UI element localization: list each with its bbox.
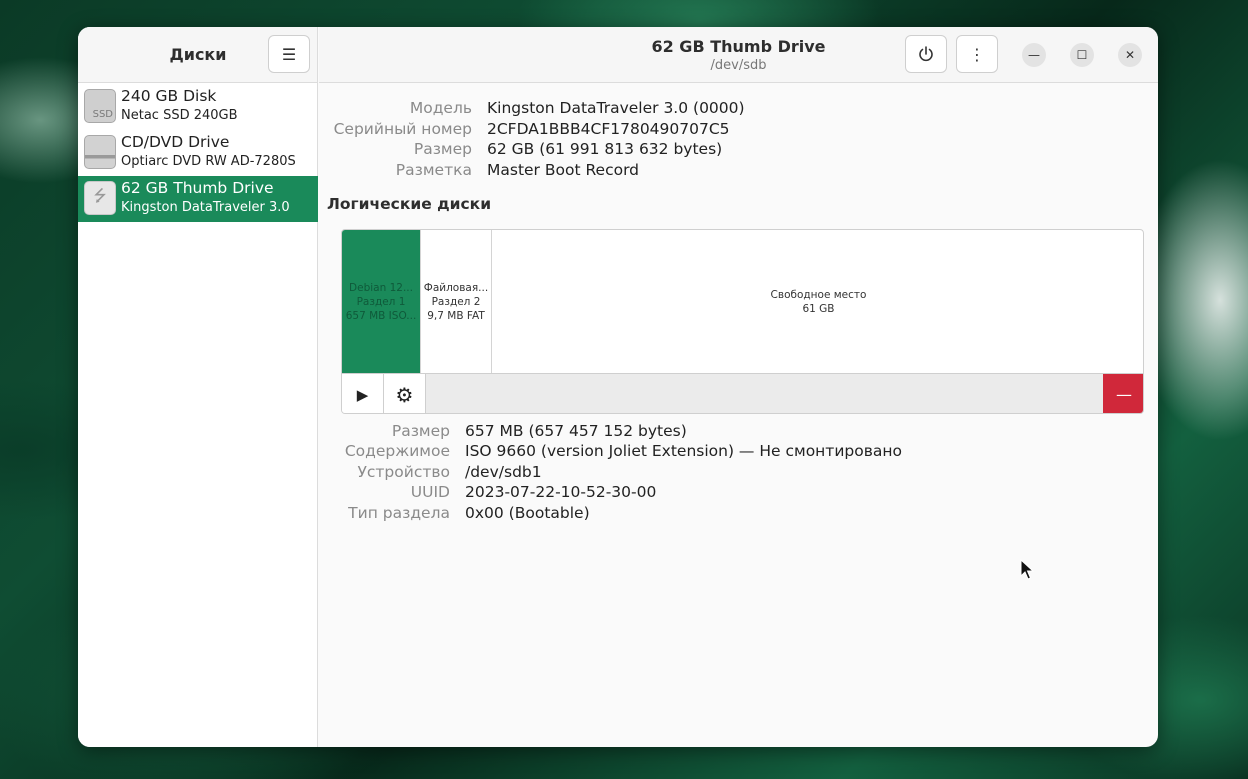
partition-toolbar: ▶ ⚙ — xyxy=(342,373,1143,413)
segment-label: Файловая... xyxy=(423,281,489,294)
gear-icon: ⚙ xyxy=(395,382,414,407)
partition-size-value: 657 MB (657 457 152 bytes) xyxy=(465,422,687,440)
close-button[interactable]: ✕ xyxy=(1118,43,1142,67)
drive-item-cd-dvd-drive[interactable]: CD/DVD Drive Optiarc DVD RW AD-7280S xyxy=(78,130,318,176)
header-bar: 62 GB Thumb Drive /dev/sdb ⋮ — ☐ ✕ xyxy=(319,27,1158,83)
minus-icon: — xyxy=(1116,385,1132,404)
segment-label: 9,7 MB FAT xyxy=(427,309,485,322)
partitioning-value: Master Boot Record xyxy=(487,161,640,179)
volumes-section-title: Логические диски xyxy=(327,195,492,213)
power-icon xyxy=(919,46,933,62)
partition-map: Debian 12... Раздел 1 657 MB ISO... Файл… xyxy=(341,229,1144,414)
partition-segment-2[interactable]: Файловая... Раздел 2 9,7 MB FAT xyxy=(420,230,492,373)
sidebar-header: Диски ☰ xyxy=(78,27,317,83)
partitioning-label: Разметка xyxy=(395,161,472,179)
drive-model: Optiarc DVD RW AD-7280S xyxy=(121,154,296,169)
size-label: Размер xyxy=(413,140,472,158)
power-off-button[interactable] xyxy=(905,35,947,73)
vertical-dots-icon: ⋮ xyxy=(969,44,985,64)
sidebar: Диски ☰ SSD 240 GB Disk Netac SSD 240GB … xyxy=(78,27,318,747)
segment-label: 657 MB ISO... xyxy=(345,309,417,322)
minimize-icon: — xyxy=(1028,48,1040,62)
ssd-icon: SSD xyxy=(84,89,116,123)
segment-label: Свободное место xyxy=(770,288,867,301)
drive-item-240gb-disk[interactable]: SSD 240 GB Disk Netac SSD 240GB xyxy=(78,84,318,130)
device-label: Устройство xyxy=(357,463,450,481)
mount-button[interactable]: ▶ xyxy=(342,374,384,413)
partition-size-label: Размер xyxy=(391,422,450,440)
maximize-button[interactable]: ☐ xyxy=(1070,43,1094,67)
segment-label: Раздел 2 xyxy=(431,295,481,308)
drive-model: Kingston DataTraveler 3.0 xyxy=(121,200,290,215)
hamburger-menu-button[interactable]: ☰ xyxy=(268,35,310,73)
model-value: Kingston DataTraveler 3.0 (0000) xyxy=(487,99,745,117)
serial-value: 2CFDA1BBB4CF1780490707C5 xyxy=(487,120,730,138)
size-value: 62 GB (61 991 813 632 bytes) xyxy=(487,140,723,158)
disks-window: Диски ☰ SSD 240 GB Disk Netac SSD 240GB … xyxy=(78,27,1158,747)
segment-label: 61 GB xyxy=(802,302,835,315)
device-value: /dev/sdb1 xyxy=(465,463,542,481)
content-label: Содержимое xyxy=(344,442,450,460)
partition-segment-1[interactable]: Debian 12... Раздел 1 657 MB ISO... xyxy=(342,230,420,373)
usb-drive-icon: ⭍ xyxy=(84,181,116,215)
free-space-segment[interactable]: Свободное место 61 GB xyxy=(492,230,1143,373)
maximize-icon: ☐ xyxy=(1076,48,1088,62)
delete-partition-button[interactable]: — xyxy=(1103,374,1143,413)
close-icon: ✕ xyxy=(1124,48,1136,62)
partition-settings-button[interactable]: ⚙ xyxy=(384,374,426,413)
model-label: Модель xyxy=(409,99,472,117)
drive-name: 62 GB Thumb Drive xyxy=(121,179,274,197)
uuid-value: 2023-07-22-10-52-30-00 xyxy=(465,483,657,501)
drive-item-62gb-thumb-drive[interactable]: ⭍ 62 GB Thumb Drive Kingston DataTravele… xyxy=(78,176,318,222)
segment-label: Раздел 1 xyxy=(356,295,406,308)
partition-type-value: 0x00 (Bootable) xyxy=(465,504,590,522)
partition-type-label: Тип раздела xyxy=(348,504,450,522)
main-pane: 62 GB Thumb Drive /dev/sdb ⋮ — ☐ ✕ Модел… xyxy=(319,27,1158,747)
optical-drive-icon xyxy=(84,135,116,169)
segment-label: Debian 12... xyxy=(349,281,413,294)
drive-name: 240 GB Disk xyxy=(121,87,217,105)
minimize-button[interactable]: — xyxy=(1022,43,1046,67)
content-value: ISO 9660 (version Joliet Extension) — Не… xyxy=(465,442,902,460)
hamburger-icon: ☰ xyxy=(281,44,297,64)
mouse-cursor-icon xyxy=(1020,559,1034,580)
drive-options-button[interactable]: ⋮ xyxy=(956,35,998,73)
play-icon: ▶ xyxy=(356,385,369,404)
drive-model: Netac SSD 240GB xyxy=(121,108,238,123)
uuid-label: UUID xyxy=(410,483,450,501)
serial-label: Серийный номер xyxy=(333,120,472,138)
drive-name: CD/DVD Drive xyxy=(121,133,230,151)
